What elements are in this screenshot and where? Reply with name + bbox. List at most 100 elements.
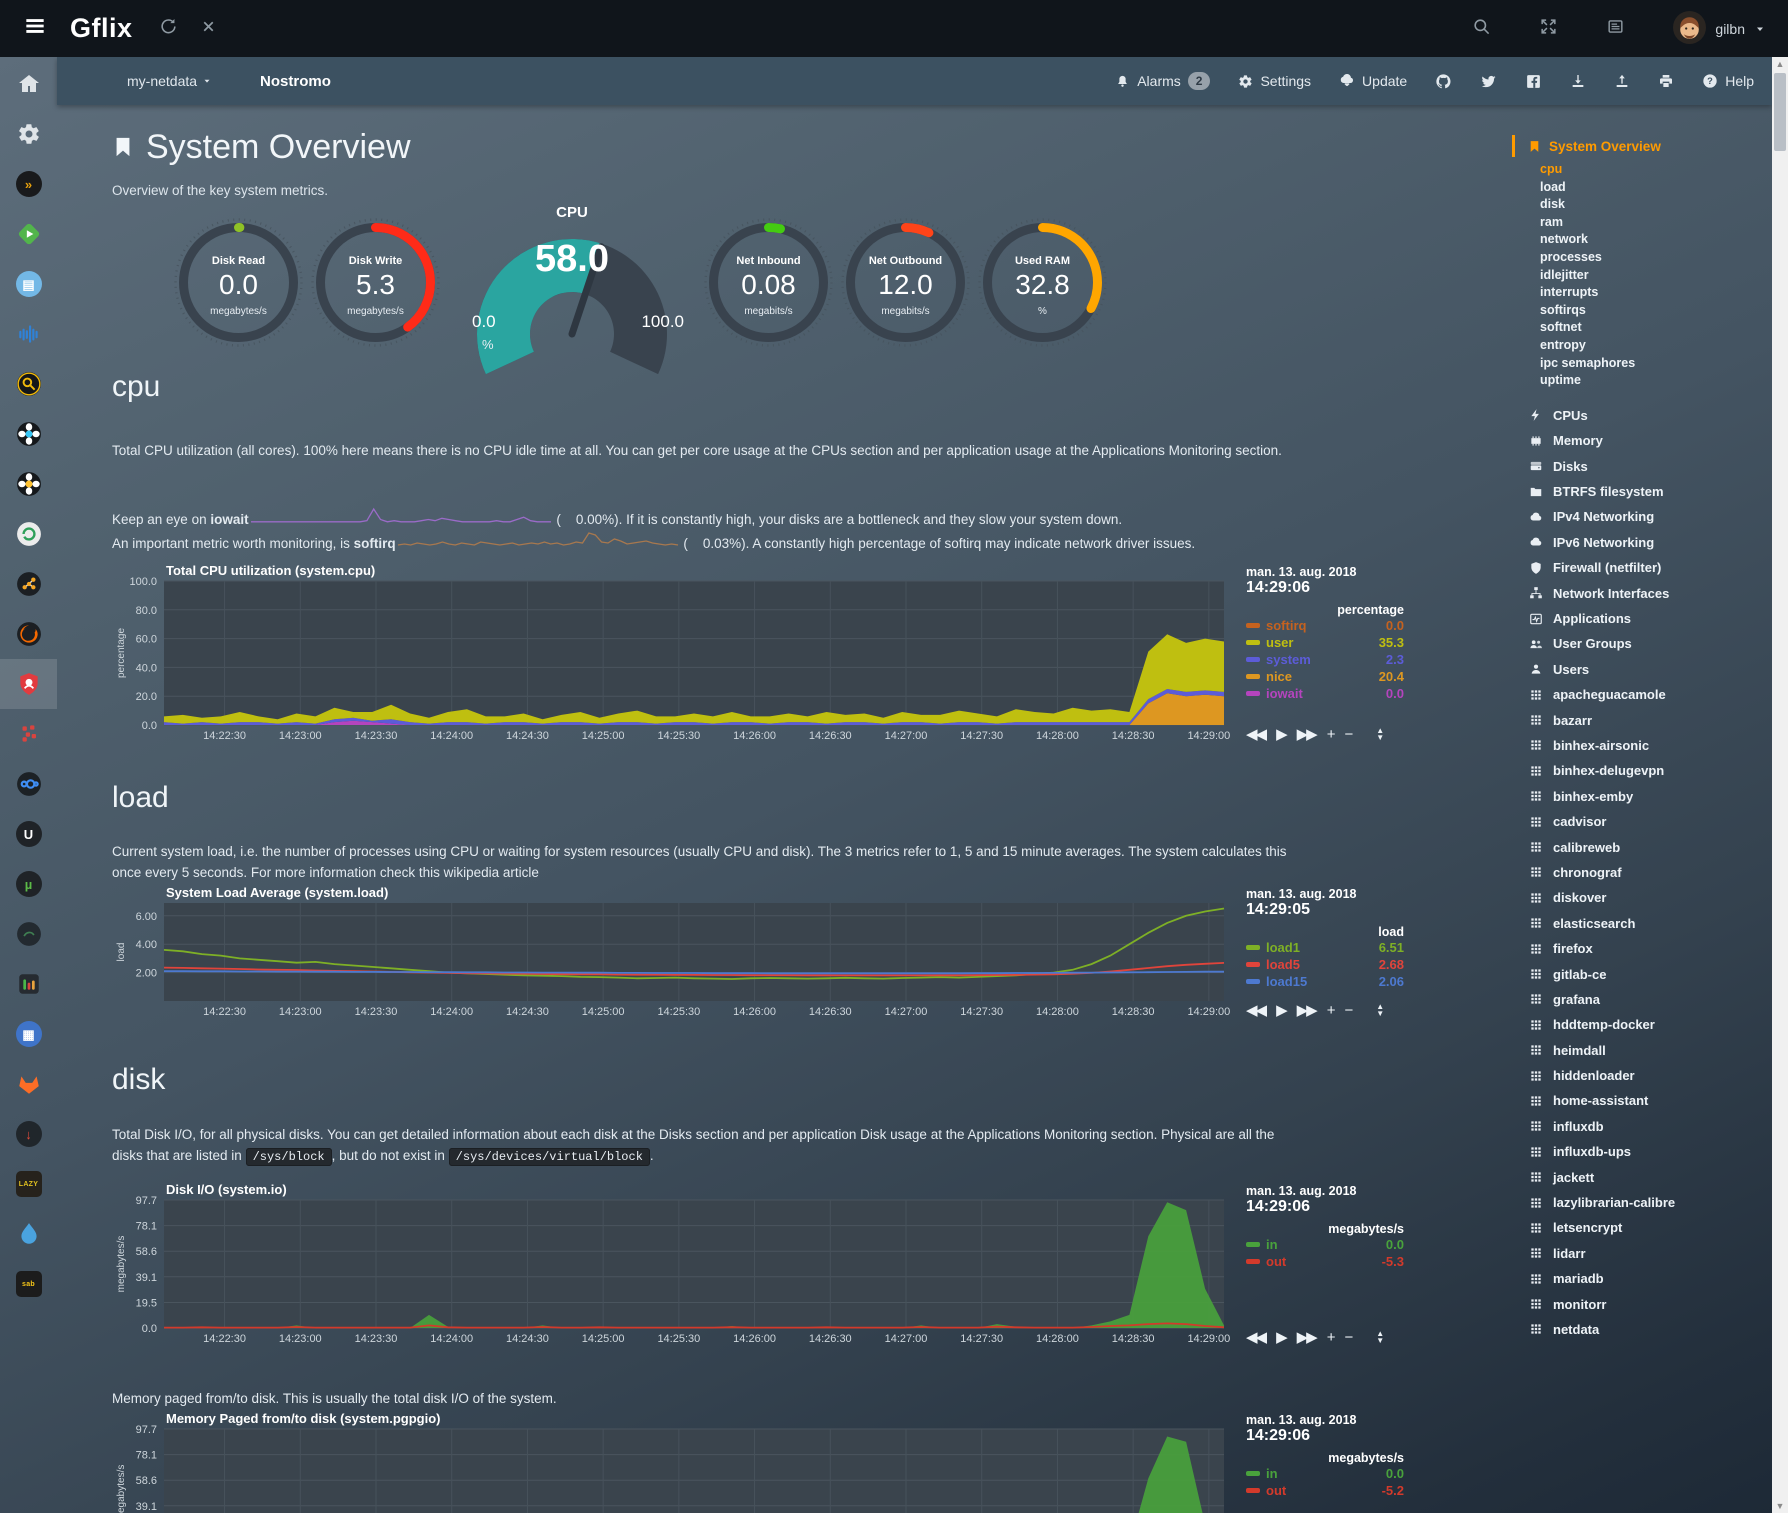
chart-play-button[interactable]: ▶: [1276, 1328, 1286, 1346]
settings-button[interactable]: Settings: [1238, 73, 1311, 89]
sidebar-item-idlejitter[interactable]: idlejitter: [1540, 267, 1772, 285]
disk-write-gauge[interactable]: Disk Write5.3megabytes/s: [307, 213, 444, 353]
nextcloud-circles-icon[interactable]: [0, 759, 57, 809]
sidebar-app-netdata[interactable]: netdata: [1528, 1317, 1772, 1342]
user-menu[interactable]: gilbn: [1673, 11, 1766, 47]
sidebar-item-cpu[interactable]: cpu: [1540, 161, 1772, 179]
legend-dimension-user[interactable]: user35.3: [1246, 634, 1404, 651]
sidebar-app-binhex-delugevpn[interactable]: binhex-delugevpn: [1528, 758, 1772, 783]
legend-dimension-in[interactable]: in0.0: [1246, 1236, 1404, 1253]
update-button[interactable]: Update: [1339, 73, 1407, 89]
sidebar-app-calibreweb[interactable]: calibreweb: [1528, 834, 1772, 859]
refresh-icon[interactable]: [159, 17, 178, 41]
sidebar-app-cadvisor[interactable]: cadvisor: [1528, 809, 1772, 834]
nzbhydra-molecule-icon[interactable]: [0, 559, 57, 609]
gitlab-fox-icon[interactable]: [0, 1059, 57, 1109]
fullscreen-expand-icon[interactable]: [1539, 17, 1558, 41]
sidebar-item-entropy[interactable]: entropy: [1540, 337, 1772, 355]
sidebar-item-processes[interactable]: processes: [1540, 249, 1772, 267]
sonarr-rotor-icon[interactable]: [0, 409, 57, 459]
vertical-scrollbar[interactable]: ▲ ▼: [1772, 57, 1788, 1513]
chart-forward-button[interactable]: ▶▶: [1297, 725, 1316, 743]
sidebar-app-chronograf[interactable]: chronograf: [1528, 860, 1772, 885]
sidebar-app-heimdall[interactable]: heimdall: [1528, 1037, 1772, 1062]
legend-dimension-load5[interactable]: load52.68: [1246, 956, 1404, 973]
sidebar-app-apacheguacamole[interactable]: apacheguacamole: [1528, 682, 1772, 707]
unifi-u-icon[interactable]: U: [0, 809, 57, 859]
jackett-magnifier-icon[interactable]: [0, 359, 57, 409]
disk-io-chart-plot[interactable]: Disk I/O (system.io) 0.019.539.158.678.1…: [112, 1182, 1232, 1348]
chart-resize-handle[interactable]: ▲▼: [1376, 727, 1382, 741]
legend-dimension-out[interactable]: out-5.2: [1246, 1482, 1404, 1499]
sidebar-section-firewall-netfilter-[interactable]: Firewall (netfilter): [1528, 555, 1772, 580]
chart-resize-handle[interactable]: ▲▼: [1376, 1330, 1382, 1344]
twitter-icon[interactable]: [1480, 73, 1497, 90]
print-icon[interactable]: [1658, 73, 1674, 89]
sidebar-app-lazylibrarian-calibre[interactable]: lazylibrarian-calibre: [1528, 1190, 1772, 1215]
chart-rewind-button[interactable]: ◀◀: [1246, 1328, 1265, 1346]
facebook-icon[interactable]: [1525, 73, 1542, 90]
chart-zoom-in-button[interactable]: +: [1327, 726, 1334, 743]
deluge-drop-icon[interactable]: [0, 1209, 57, 1259]
sidebar-app-diskover[interactable]: diskover: [1528, 885, 1772, 910]
alarms-button[interactable]: Alarms 2: [1115, 72, 1210, 90]
legend-dimension-in[interactable]: in0.0: [1246, 1465, 1404, 1482]
emby-play-icon[interactable]: [0, 209, 57, 259]
net-inbound-gauge[interactable]: Net Inbound0.08megabits/s: [700, 213, 837, 353]
legend-dimension-iowait[interactable]: iowait0.0: [1246, 685, 1404, 702]
scroll-up-arrow[interactable]: ▲: [1776, 57, 1785, 71]
cpu-chart-plot[interactable]: Total CPU utilization (system.cpu) 0.020…: [112, 563, 1232, 745]
airsonic-waveform-icon[interactable]: [0, 309, 57, 359]
sidebar-app-hiddenloader[interactable]: hiddenloader: [1528, 1063, 1772, 1088]
sidebar-app-mariadb[interactable]: mariadb: [1528, 1266, 1772, 1291]
sidebar-section-applications[interactable]: Applications: [1528, 606, 1772, 631]
utorrent-mu-icon[interactable]: µ: [0, 859, 57, 909]
upload-icon[interactable]: [1614, 73, 1630, 89]
sidebar-section-network-interfaces[interactable]: Network Interfaces: [1528, 580, 1772, 605]
sidebar-app-influxdb[interactable]: influxdb: [1528, 1114, 1772, 1139]
library-books-icon[interactable]: ▤: [0, 259, 57, 309]
sidebar-system-overview[interactable]: System Overview: [1512, 135, 1772, 157]
chart-resize-handle[interactable]: ▲▼: [1376, 1003, 1382, 1017]
sidebar-item-load[interactable]: load: [1540, 179, 1772, 197]
load-chart-plot[interactable]: System Load Average (system.load) 2.004.…: [112, 885, 1232, 1021]
hamburger-menu-icon[interactable]: [22, 13, 48, 44]
chart-rewind-button[interactable]: ◀◀: [1246, 1001, 1265, 1019]
sidebar-app-binhex-airsonic[interactable]: binhex-airsonic: [1528, 733, 1772, 758]
scroll-down-arrow[interactable]: ▼: [1776, 1499, 1785, 1513]
scrollbar-thumb[interactable]: [1774, 73, 1786, 151]
sidebar-app-influxdb-ups[interactable]: influxdb-ups: [1528, 1139, 1772, 1164]
sidebar-section-ipv4-networking[interactable]: IPv4 Networking: [1528, 504, 1772, 529]
sidebar-app-lidarr[interactable]: lidarr: [1528, 1241, 1772, 1266]
chart-forward-button[interactable]: ▶▶: [1297, 1001, 1316, 1019]
legend-dimension-load15[interactable]: load152.06: [1246, 973, 1404, 990]
chart-rewind-button[interactable]: ◀◀: [1246, 725, 1265, 743]
pihole-shield-icon[interactable]: [0, 659, 57, 709]
green-swirl-icon[interactable]: [0, 509, 57, 559]
sidebar-app-firefox[interactable]: firefox: [1528, 936, 1772, 961]
pgpgio-chart-plot[interactable]: Memory Paged from/to disk (system.pgpgio…: [112, 1411, 1232, 1513]
sidebar-app-gitlab-ce[interactable]: gitlab-ce: [1528, 961, 1772, 986]
sidebar-item-softirqs[interactable]: softirqs: [1540, 302, 1772, 320]
github-icon[interactable]: [1435, 73, 1452, 90]
chart-zoom-out-button[interactable]: −: [1344, 1002, 1351, 1019]
plex-icon[interactable]: »: [0, 159, 57, 209]
sidebar-app-home-assistant[interactable]: home-assistant: [1528, 1088, 1772, 1113]
cpu-gauge[interactable]: CPU58.00.0%100.0: [466, 208, 678, 358]
legend-dimension-softirq[interactable]: softirq0.0: [1246, 617, 1404, 634]
chart-zoom-out-button[interactable]: −: [1344, 1329, 1351, 1346]
sidebar-item-ram[interactable]: ram: [1540, 214, 1772, 232]
sidebar-item-ipc-semaphores[interactable]: ipc semaphores: [1540, 355, 1772, 373]
chart-play-button[interactable]: ▶: [1276, 1001, 1286, 1019]
sidebar-section-memory[interactable]: Memory: [1528, 428, 1772, 453]
download-arrow-icon[interactable]: ↓: [0, 1109, 57, 1159]
host-dropdown[interactable]: my-netdata: [127, 73, 212, 89]
sidebar-item-interrupts[interactable]: interrupts: [1540, 284, 1772, 302]
heimdall-tile-icon[interactable]: ▦: [0, 1009, 57, 1059]
monitorr-bars-icon[interactable]: [0, 959, 57, 1009]
dark-green-circle-icon[interactable]: [0, 909, 57, 959]
chart-zoom-in-button[interactable]: +: [1327, 1329, 1334, 1346]
sidebar-section-ipv6-networking[interactable]: IPv6 Networking: [1528, 530, 1772, 555]
news-icon[interactable]: [1606, 17, 1625, 41]
sabnzbd-icon[interactable]: sab: [0, 1259, 57, 1309]
